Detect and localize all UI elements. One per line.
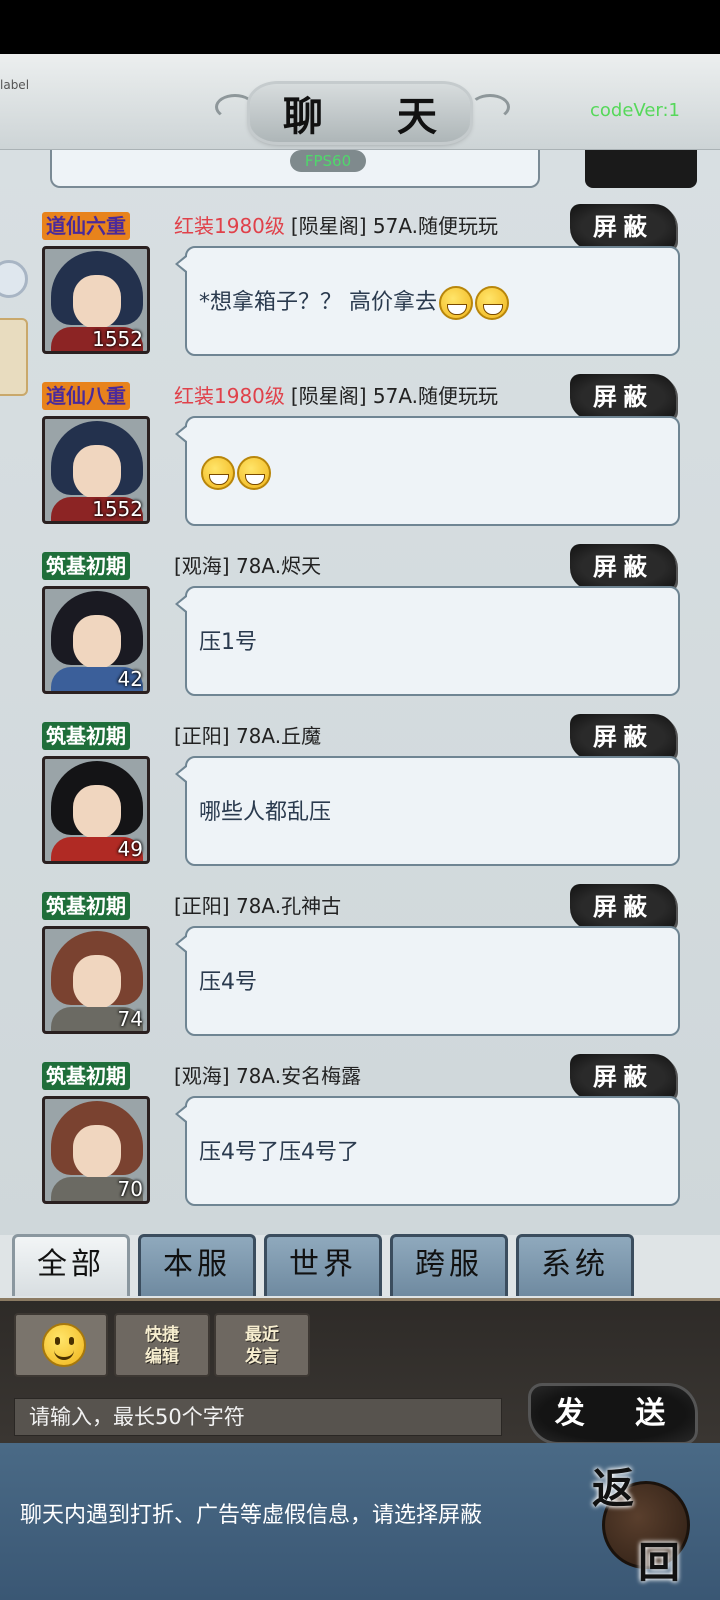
message-text: 压4号	[199, 970, 257, 995]
avatar-face	[73, 615, 121, 669]
channel-tabs: 全部 本服 世界 跨服 系统	[0, 1230, 720, 1300]
guild-and-player-name[interactable]: [观海] 78A.烬天	[174, 554, 321, 578]
quick-edit-line2: 编辑	[145, 1347, 179, 1367]
player-level: 49	[117, 837, 143, 861]
tab-world[interactable]: 世界	[264, 1234, 382, 1296]
tab-system[interactable]: 系统	[516, 1234, 634, 1296]
block-button[interactable]: 屏蔽	[570, 374, 676, 420]
guild-and-player-name[interactable]: [正阳] 78A.丘魔	[174, 724, 321, 748]
back-label-top: 返	[592, 1464, 635, 1513]
grin-emoji-icon	[237, 456, 271, 490]
version-label: codeVer:1	[590, 100, 680, 121]
message-text: 压4号了压4号了	[199, 1140, 359, 1165]
notice-bar: 聊天内遇到打折、广告等虚假信息，请选择屏蔽 返 回	[0, 1443, 720, 1600]
send-button[interactable]: 发 送	[528, 1383, 698, 1445]
smiley-icon	[42, 1323, 86, 1367]
avatar[interactable]: 49	[42, 756, 150, 864]
outfit-level: 红装1980级	[174, 384, 285, 408]
recent-line1: 最近	[245, 1325, 279, 1345]
block-button[interactable]: 屏蔽	[570, 714, 676, 760]
player-level: 1552	[92, 327, 143, 351]
block-button[interactable]: 屏蔽	[570, 884, 676, 930]
user-info: [正阳] 78A.丘魔	[174, 722, 321, 750]
tab-server[interactable]: 本服	[138, 1234, 256, 1296]
recent-messages-button[interactable]: 最近 发言	[214, 1313, 310, 1377]
quick-edit-line1: 快捷	[145, 1325, 179, 1345]
debug-label: label	[0, 78, 30, 92]
chat-message: 筑基初期 74 [正阳] 78A.孔神古 屏蔽压4号	[0, 884, 720, 1062]
user-info: 红装1980级 [陨星阁] 57A.随便玩玩	[174, 382, 498, 410]
avatar[interactable]: 70	[42, 1096, 150, 1204]
cultivation-realm-badge: 道仙六重	[42, 212, 130, 240]
guild-and-player-name[interactable]: [观海] 78A.安名梅露	[174, 1064, 361, 1088]
tab-all[interactable]: 全部	[12, 1234, 130, 1296]
player-level: 42	[117, 667, 143, 691]
message-bubble[interactable]: 哪些人都乱压	[175, 756, 680, 866]
message-bubble[interactable]: *想拿箱子？？ 高价拿去	[175, 246, 680, 356]
message-text: 压1号	[199, 630, 257, 655]
avatar-face	[73, 445, 121, 499]
page-title: 聊 天	[283, 93, 467, 140]
cultivation-realm-badge: 筑基初期	[42, 892, 130, 920]
cultivation-realm-badge: 道仙八重	[42, 382, 130, 410]
grin-emoji-icon	[201, 456, 235, 490]
tab-cross-server[interactable]: 跨服	[390, 1234, 508, 1296]
avatar-face	[73, 275, 121, 329]
cultivation-realm-badge: 筑基初期	[42, 1062, 130, 1090]
previous-block-button[interactable]	[585, 150, 697, 188]
cultivation-realm-badge: 筑基初期	[42, 552, 130, 580]
message-bubble[interactable]: 压4号	[175, 926, 680, 1036]
back-label-bottom: 回	[638, 1538, 681, 1587]
message-bubble[interactable]: 压4号了压4号了	[175, 1096, 680, 1206]
player-level: 1552	[92, 497, 143, 521]
message-text: 哪些人都乱压	[199, 800, 332, 825]
user-info: [观海] 78A.安名梅露	[174, 1062, 361, 1090]
recent-line2: 发言	[245, 1347, 279, 1367]
status-bar	[0, 0, 720, 54]
chat-message: 筑基初期 49 [正阳] 78A.丘魔 屏蔽哪些人都乱压	[0, 714, 720, 892]
guild-and-player-name[interactable]: [陨星阁] 57A.随便玩玩	[291, 384, 498, 408]
message-bubble[interactable]: 压1号	[175, 586, 680, 696]
player-level: 70	[117, 1177, 143, 1201]
input-panel: 快捷 编辑 最近 发言 请输入，最长50个字符 发 送	[0, 1298, 720, 1445]
grin-emoji-icon	[475, 286, 509, 320]
block-button[interactable]: 屏蔽	[570, 204, 676, 250]
chat-input[interactable]: 请输入，最长50个字符	[14, 1398, 502, 1436]
avatar-face	[73, 1125, 121, 1179]
left-swirl-ornament	[215, 94, 255, 120]
guild-and-player-name[interactable]: [陨星阁] 57A.随便玩玩	[291, 214, 498, 238]
user-info: [观海] 78A.烬天	[174, 552, 321, 580]
outfit-level: 红装1980级	[174, 214, 285, 238]
avatar[interactable]: 1552	[42, 246, 150, 354]
chat-message-list[interactable]: 道仙六重 1552 红装1980级 [陨星阁] 57A.随便玩玩 屏蔽 *想拿箱子？？ 高…	[0, 150, 720, 1235]
notice-text: 聊天内遇到打折、广告等虚假信息，请选择屏蔽	[20, 1503, 483, 1528]
user-info: [正阳] 78A.孔神古	[174, 892, 341, 920]
chat-message: 筑基初期 42 [观海] 78A.烬天 屏蔽压1号	[0, 544, 720, 722]
message-bubble[interactable]	[175, 416, 680, 526]
chat-message: 筑基初期 70 [观海] 78A.安名梅露 屏蔽压4号了压4号了	[0, 1054, 720, 1232]
chat-message: 道仙八重 1552 红装1980级 [陨星阁] 57A.随便玩玩 屏蔽	[0, 374, 720, 552]
cultivation-realm-badge: 筑基初期	[42, 722, 130, 750]
quick-edit-button[interactable]: 快捷 编辑	[114, 1313, 210, 1377]
right-swirl-ornament	[470, 94, 510, 120]
title-plaque: 聊 天	[250, 84, 470, 142]
avatar[interactable]: 1552	[42, 416, 150, 524]
title-bar: label 聊 天 codeVer:1	[0, 54, 720, 150]
avatar-face	[73, 955, 121, 1009]
chat-message: 道仙六重 1552 红装1980级 [陨星阁] 57A.随便玩玩 屏蔽 *想拿箱子？？ 高…	[0, 204, 720, 382]
emoji-button[interactable]	[14, 1313, 108, 1377]
block-button[interactable]: 屏蔽	[570, 544, 676, 590]
avatar[interactable]: 42	[42, 586, 150, 694]
user-info: 红装1980级 [陨星阁] 57A.随便玩玩	[174, 212, 498, 240]
block-button[interactable]: 屏蔽	[570, 1054, 676, 1100]
back-button[interactable]: 返 回	[592, 1455, 702, 1589]
player-level: 74	[117, 1007, 143, 1031]
grin-emoji-icon	[439, 286, 473, 320]
fps-counter: FPS60	[290, 150, 366, 172]
avatar-face	[73, 785, 121, 839]
guild-and-player-name[interactable]: [正阳] 78A.孔神古	[174, 894, 341, 918]
message-text: *想拿箱子？？ 高价拿去	[199, 290, 437, 315]
avatar[interactable]: 74	[42, 926, 150, 1034]
